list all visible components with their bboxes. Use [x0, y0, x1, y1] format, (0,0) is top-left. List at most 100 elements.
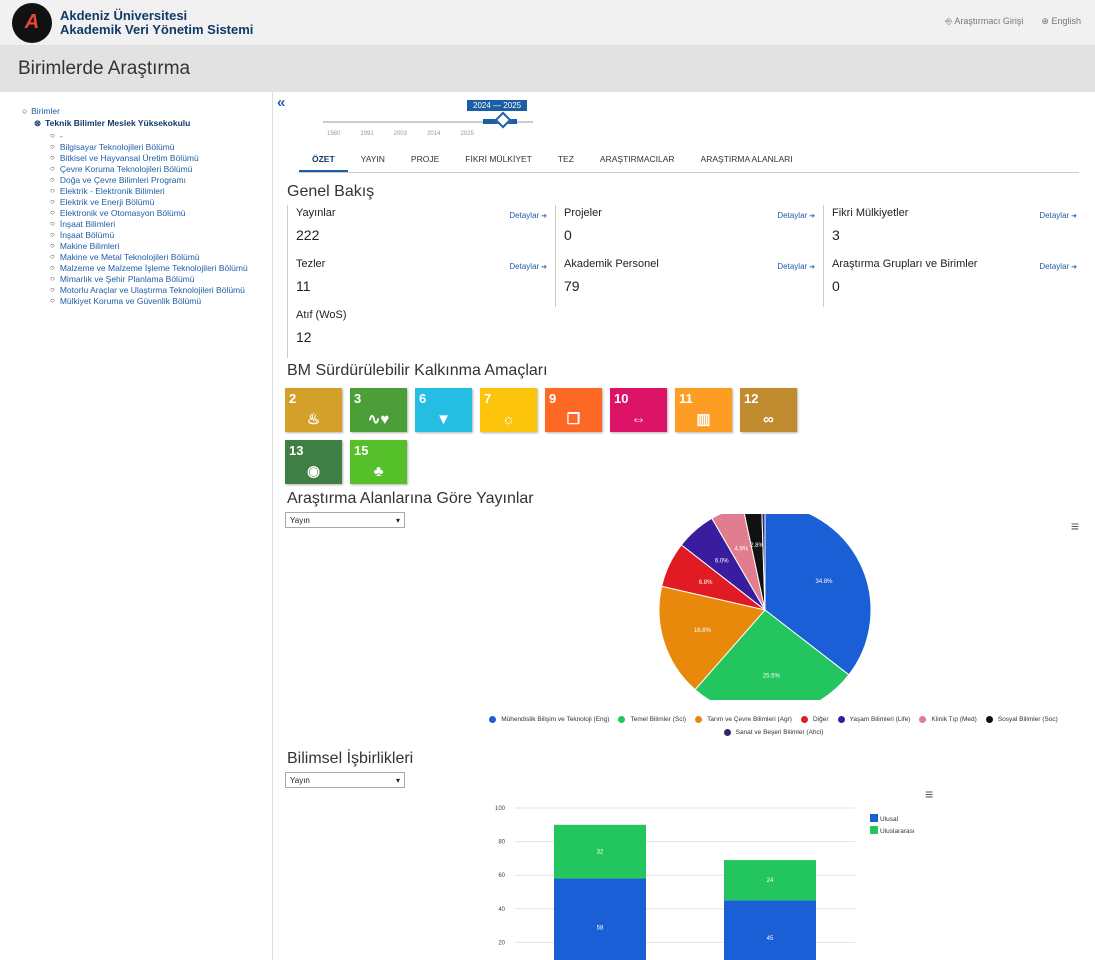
- research-areas-dropdown[interactable]: Yayın ▾: [285, 512, 405, 528]
- radio-icon: ○: [50, 131, 55, 140]
- legend-dot: [837, 716, 845, 723]
- bar-value-label: 45: [767, 936, 774, 942]
- sdg-goal-number: 11: [679, 391, 693, 406]
- collaborations-dropdown[interactable]: Yayın ▾: [285, 772, 405, 788]
- section-tabs: ÖZET YAYIN PROJE FİKRİ MÜLKİYET TEZ ARAŞTIRMA…: [299, 148, 1079, 173]
- tree-item[interactable]: ○ Mülkiyet Koruma ve Güvenlik Bölümü: [50, 296, 262, 307]
- details-link[interactable]: Detaylar ➔: [509, 211, 547, 220]
- sdg-goal-tile[interactable]: 3 ∿♥: [350, 388, 407, 432]
- water-icon: ▼: [436, 411, 451, 428]
- pie-slice-label: 2.8%: [750, 543, 764, 549]
- legend-dot: [618, 716, 626, 723]
- tree-item-label: Makine ve Metal Teknolojileri Bölümü: [59, 252, 200, 262]
- tree-selected-unit[interactable]: ⊗ Teknik Bilimler Meslek Yüksekokulu: [34, 118, 262, 129]
- tab-5[interactable]: ARAŞTIRMACILAR: [587, 148, 688, 172]
- sdg-goal-tile[interactable]: 2 ♨: [285, 388, 342, 432]
- tree-item[interactable]: ○ İnşaat Bilimleri: [50, 219, 262, 230]
- tree-item[interactable]: ○ -: [50, 131, 262, 142]
- tab-2[interactable]: PROJE: [398, 148, 452, 172]
- collapse-sidebar-icon[interactable]: «: [277, 94, 285, 111]
- details-link[interactable]: Detaylar ➔: [1039, 211, 1077, 220]
- tree-item-label: İnşaat Bilimleri: [59, 219, 116, 229]
- main-content: « 2024 — 2025 1980 1991 2003 2014 2025 ÖZET Y…: [273, 92, 1095, 960]
- legend-item[interactable]: Sosyal Bilimler (Soc): [985, 714, 1061, 725]
- researcher-login-link[interactable]: ⎆ Araştırmacı Girişi: [945, 16, 1023, 27]
- tree-item-label: Elektronik ve Otomasyon Bölümü: [59, 208, 186, 218]
- university-logo[interactable]: A: [12, 2, 52, 43]
- stat-card: Tezler 11 Detaylar ➔: [287, 256, 555, 307]
- eye-icon: ◉: [306, 463, 321, 480]
- system-name: Akademik Veri Yönetim Sistemi: [60, 21, 254, 37]
- radio-icon: ○: [50, 219, 55, 228]
- arrow-circle-icon: ➔: [539, 213, 547, 220]
- tree-item[interactable]: ○ Makine ve Metal Teknolojileri Bölümü: [50, 252, 262, 263]
- legend-item[interactable]: Mühendislik Bilişim ve Teknoloji (Eng): [489, 714, 612, 725]
- legend-label: Yaşam Bilimleri (Life): [849, 716, 911, 723]
- pie-slice-label: 16.8%: [694, 628, 712, 634]
- tree-item[interactable]: ○ Bitkisel ve Hayvansal Üretim Bölümü: [50, 153, 262, 164]
- tree-item[interactable]: ○ Elektrik - Elektronik Bilimleri: [50, 186, 262, 197]
- tab-6[interactable]: ARAŞTIRMA ALANLARI: [688, 148, 806, 172]
- sdg-goal-number: 2: [289, 391, 297, 406]
- slider-handle[interactable]: [494, 111, 512, 129]
- details-label: Detaylar: [777, 262, 808, 271]
- tree-item[interactable]: ○ Elektronik ve Otomasyon Bölümü: [50, 208, 262, 219]
- legend-item[interactable]: Temel Bilimler (Sci): [618, 714, 689, 725]
- university-name: Akdeniz Üniversitesi: [60, 7, 188, 23]
- details-link[interactable]: Detaylar ➔: [777, 262, 815, 271]
- tree-item-label: Mülkiyet Koruma ve Güvenlik Bölümü: [59, 296, 202, 306]
- tree-item[interactable]: ○ Mimarlık ve Şehir Planlama Bölümü: [50, 274, 262, 285]
- details-link[interactable]: Detaylar ➔: [1039, 262, 1077, 271]
- research-areas-title: Araştırma Alanlarına Göre Yayınlar: [287, 490, 534, 507]
- year-range-label: 2024 — 2025: [467, 100, 528, 111]
- tree-root-label: Birimler: [31, 106, 60, 116]
- legend-label: Sosyal Bilimler (Soc): [997, 716, 1058, 723]
- language-link[interactable]: ⊕ English: [1041, 16, 1081, 27]
- legend-item[interactable]: Diğer: [800, 714, 832, 725]
- legend-dot: [800, 716, 808, 723]
- tree-item[interactable]: ○ İnşaat Bölümü: [50, 230, 262, 241]
- stat-card: Yayınlar 222 Detaylar ➔: [287, 205, 555, 256]
- sdg-goal-tile[interactable]: 9 ❒: [545, 388, 602, 432]
- details-link[interactable]: Detaylar ➔: [509, 262, 547, 271]
- tree-item[interactable]: ○ Motorlu Araçlar ve Ulaştırma Teknolojil…: [50, 285, 262, 296]
- sdg-goal-tile[interactable]: 10 ⇔: [610, 388, 667, 432]
- year-range-slider[interactable]: 2024 — 2025 1980 1991 2003 2014 2025: [307, 96, 1085, 148]
- sdg-goal-tile[interactable]: 7 ☼: [480, 388, 537, 432]
- legend-item[interactable]: Klinik Tıp (Med): [919, 714, 979, 725]
- radio-icon: ○: [50, 296, 55, 305]
- tree-item[interactable]: ○ Makine Bilimleri: [50, 241, 262, 252]
- collaborations-dropdown-value: Yayın: [290, 775, 310, 785]
- bar-chart-menu-icon[interactable]: ≡: [925, 786, 933, 802]
- bar-chart: 0204060801005832202445242025UlusalUlusla…: [495, 806, 915, 960]
- tab-3[interactable]: FİKRİ MÜLKİYET: [452, 148, 545, 172]
- sdg-goal-tile[interactable]: 15 ♣: [350, 440, 407, 484]
- sun-icon: ☼: [501, 411, 516, 428]
- pie-slice-label: 6.8%: [699, 580, 713, 586]
- legend-item[interactable]: Sanat ve Beşeri Bilimler (Ahci): [723, 727, 827, 738]
- details-label: Detaylar: [509, 262, 540, 271]
- sdg-goal-tile[interactable]: 11 ▥: [675, 388, 732, 432]
- legend-item[interactable]: Tarım ve Çevre Bilimleri (Agr): [695, 714, 795, 725]
- legend-label: Tarım ve Çevre Bilimleri (Agr): [707, 716, 792, 723]
- tab-1[interactable]: YAYIN: [348, 148, 398, 172]
- legend-item[interactable]: Yaşam Bilimleri (Life): [837, 714, 914, 725]
- tree-item[interactable]: ○ Bilgisayar Teknolojileri Bölümü: [50, 142, 262, 153]
- sdg-title: BM Sürdürülebilir Kalkınma Amaçları: [287, 362, 548, 379]
- tree-item[interactable]: ○ Malzeme ve Malzeme İşleme Teknolojileri…: [50, 263, 262, 274]
- tree-item[interactable]: ○ Çevre Koruma Teknolojileri Bölümü: [50, 164, 262, 175]
- pie-chart-menu-icon[interactable]: ≡: [1071, 518, 1079, 534]
- tab-4[interactable]: TEZ: [545, 148, 587, 172]
- details-link[interactable]: Detaylar ➔: [777, 211, 815, 220]
- tab-0[interactable]: ÖZET: [299, 148, 348, 172]
- sdg-goal-tile[interactable]: 6 ▼: [415, 388, 472, 432]
- tree-item-label: Malzeme ve Malzeme İşleme Teknolojileri …: [59, 263, 248, 273]
- sdg-goal-tile[interactable]: 13 ◉: [285, 440, 342, 484]
- pie-slice-label: 25.5%: [763, 673, 781, 679]
- tree-root[interactable]: ○ Birimler: [22, 106, 262, 116]
- tree-item[interactable]: ○ Doğa ve Çevre Bilimleri Programı: [50, 175, 262, 186]
- legend-label: Temel Bilimler (Sci): [630, 716, 687, 723]
- sdg-goal-tile[interactable]: 12 ∞: [740, 388, 797, 432]
- tree-item-label: Bitkisel ve Hayvansal Üretim Bölümü: [59, 153, 199, 163]
- tree-item[interactable]: ○ Elektrik ve Enerji Bölümü: [50, 197, 262, 208]
